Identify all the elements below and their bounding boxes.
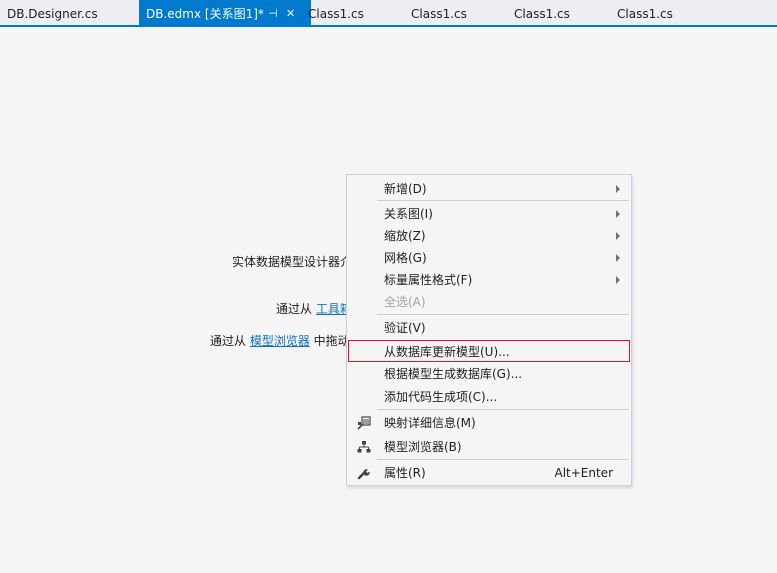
model-browser-link[interactable]: 模型浏览器 (250, 334, 310, 348)
submenu-arrow-icon (616, 276, 620, 284)
context-menu: 新增(D) 关系图(I) 缩放(Z) 网格(G) 标量属性格式(F) 全选(A)… (346, 174, 632, 486)
menu-item-add-code-generation-item[interactable]: 添加代码生成项(C)... (348, 385, 630, 407)
tab-class1-cs-1[interactable]: Class1.cs (301, 0, 404, 25)
menu-separator (377, 459, 629, 460)
pin-icon[interactable]: ⊣ (268, 0, 278, 25)
menu-item-update-model-from-database[interactable]: 从数据库更新模型(U)... (348, 340, 630, 362)
tab-db-edmx[interactable]: DB.edmx [关系图1]* ⊣ ✕ (139, 0, 311, 25)
menu-item-diagram[interactable]: 关系图(I) (348, 202, 630, 224)
menu-item-label: 映射详细信息(M) (384, 416, 476, 430)
submenu-arrow-icon (616, 185, 620, 193)
submenu-arrow-icon (616, 254, 620, 262)
menu-item-label: 模型浏览器(B) (384, 440, 462, 454)
menu-item-label: 属性(R) (384, 466, 426, 480)
menu-separator (377, 200, 629, 201)
menu-item-label: 全选(A) (384, 295, 426, 309)
menu-item-label: 添加代码生成项(C)... (384, 390, 498, 404)
menu-item-scalar-property-format[interactable]: 标量属性格式(F) (348, 268, 630, 290)
menu-item-mapping-details[interactable]: 映射详细信息(M) (348, 411, 630, 433)
hint-suffix: 中拖动 (309, 334, 350, 348)
hint-prefix: 通过从 (276, 302, 316, 316)
model-browser-hint: 通过从 模型浏览器 中拖动 (210, 332, 350, 349)
submenu-arrow-icon (616, 232, 620, 240)
tab-label: Class1.cs (308, 7, 364, 21)
menu-item-generate-database-from-model[interactable]: 根据模型生成数据库(G)... (348, 362, 630, 384)
close-icon[interactable]: ✕ (286, 0, 295, 25)
menu-separator (377, 314, 629, 315)
toolbox-hint: 通过从 工具箱 (276, 300, 352, 317)
document-tab-bar: DB.Designer.cs DB.edmx [关系图1]* ⊣ ✕ Class… (0, 0, 777, 27)
menu-item-model-browser[interactable]: 模型浏览器(B) (348, 435, 630, 457)
menu-item-add[interactable]: 新增(D) (348, 177, 630, 199)
menu-item-properties[interactable]: 属性(R) Alt+Enter (348, 461, 630, 483)
tab-label: DB.edmx [关系图1]* (146, 7, 264, 21)
menu-item-label: 关系图(I) (384, 207, 433, 221)
designer-intro-text: 实体数据模型设计器介 (232, 255, 353, 269)
menu-item-label: 网格(G) (384, 251, 427, 265)
menu-item-select-all: 全选(A) (348, 290, 630, 312)
menu-item-label: 从数据库更新模型(U)... (384, 345, 510, 359)
tab-class1-cs-4[interactable]: Class1.cs (610, 0, 713, 25)
model-browser-icon (357, 441, 371, 453)
hint-prefix: 通过从 (210, 334, 250, 348)
menu-separator (377, 409, 629, 410)
wrench-icon (357, 469, 370, 480)
tab-label: DB.Designer.cs (7, 7, 98, 21)
menu-item-validate[interactable]: 验证(V) (348, 316, 630, 338)
tab-label: Class1.cs (514, 7, 570, 21)
shortcut-text: Alt+Enter (554, 466, 613, 480)
menu-item-label: 标量属性格式(F) (384, 273, 473, 287)
tab-class1-cs-2[interactable]: Class1.cs (404, 0, 507, 25)
menu-item-label: 验证(V) (384, 321, 426, 335)
tab-label: Class1.cs (411, 7, 467, 21)
mapping-details-icon (357, 416, 371, 430)
submenu-arrow-icon (616, 210, 620, 218)
menu-item-label: 缩放(Z) (384, 229, 426, 243)
tab-db-designer-cs[interactable]: DB.Designer.cs (0, 0, 137, 25)
tab-label: Class1.cs (617, 7, 673, 21)
menu-item-grid[interactable]: 网格(G) (348, 246, 630, 268)
menu-item-zoom[interactable]: 缩放(Z) (348, 224, 630, 246)
menu-item-label: 根据模型生成数据库(G)... (384, 367, 523, 381)
tab-class1-cs-3[interactable]: Class1.cs (507, 0, 610, 25)
menu-item-label: 新增(D) (384, 182, 427, 196)
